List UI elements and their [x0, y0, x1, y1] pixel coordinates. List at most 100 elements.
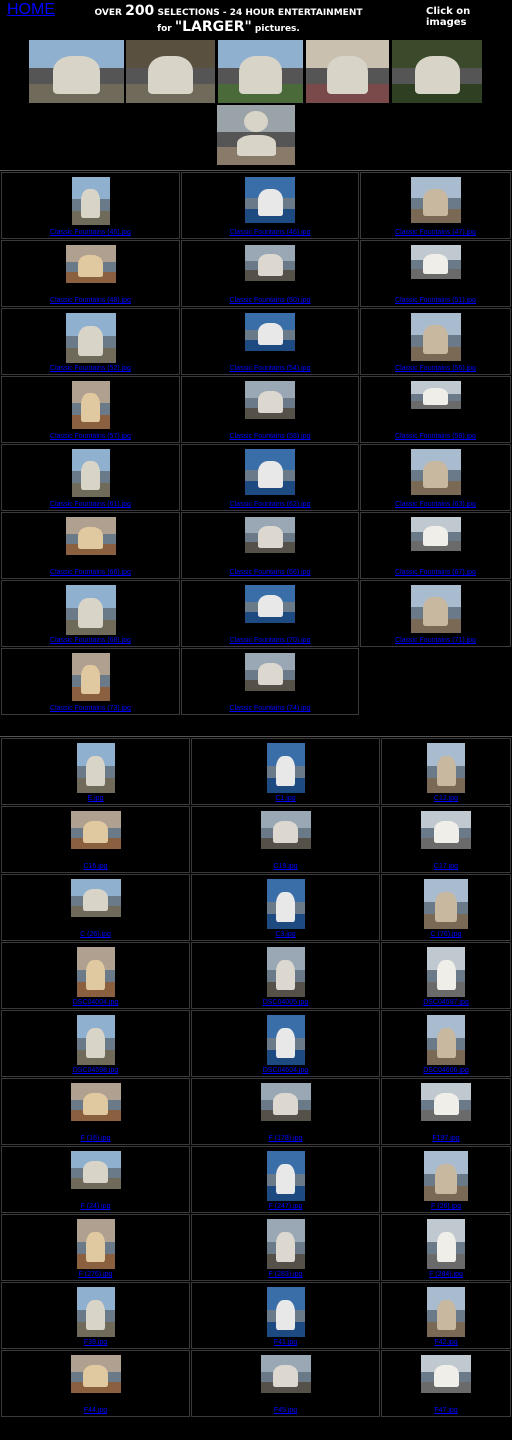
image-link[interactable]: F (24).jpg	[2, 1203, 189, 1210]
image-link[interactable]: E.jpg	[2, 795, 189, 802]
thumbnail-image[interactable]	[421, 1083, 471, 1121]
thumbnail-image[interactable]	[76, 947, 115, 997]
image-link[interactable]: F197.jpg	[382, 1135, 510, 1142]
image-link[interactable]: F42.jpg	[382, 1339, 510, 1346]
thumbnail-image[interactable]	[76, 1219, 115, 1269]
hero-image[interactable]	[306, 40, 389, 103]
image-link[interactable]: Classic Fountains (47).jpg	[361, 229, 510, 236]
image-link[interactable]: F44.jpg	[2, 1407, 189, 1414]
thumbnail-image[interactable]	[71, 449, 110, 497]
thumbnail-image[interactable]	[245, 449, 295, 495]
image-link[interactable]: Classic Fountains (62).jpg	[182, 501, 358, 508]
image-link[interactable]: F (276).jpg	[2, 1271, 189, 1278]
hero-image[interactable]	[217, 105, 295, 165]
image-link[interactable]: Classic Fountains (68).jpg	[2, 637, 179, 644]
thumbnail-image[interactable]	[71, 653, 110, 701]
thumbnail-image[interactable]	[76, 1287, 115, 1337]
thumbnail-image[interactable]	[410, 177, 461, 223]
thumbnail-image[interactable]	[427, 1219, 465, 1269]
thumbnail-image[interactable]	[71, 381, 110, 429]
image-link[interactable]: F47.jpg	[382, 1407, 510, 1414]
thumbnail-image[interactable]	[70, 1083, 121, 1121]
image-link[interactable]: Classic Fountains (66).jpg	[182, 569, 358, 576]
image-link[interactable]: Classic Fountains (51).jpg	[361, 297, 510, 304]
thumbnail-image[interactable]	[71, 177, 110, 225]
thumbnail-image[interactable]	[410, 381, 461, 409]
image-link[interactable]: Classic Fountains (66).jpg	[2, 569, 179, 576]
thumbnail-image[interactable]	[245, 653, 295, 691]
thumbnail-image[interactable]	[70, 1355, 121, 1393]
thumbnail-image[interactable]	[266, 743, 305, 793]
image-link[interactable]: Classic Fountains (61).jpg	[2, 501, 179, 508]
image-link[interactable]: DSC04597.jpg	[382, 999, 510, 1006]
thumbnail-image[interactable]	[70, 879, 121, 917]
thumbnail-image[interactable]	[421, 1355, 471, 1393]
image-link[interactable]: DSC04598.jpg	[2, 1067, 189, 1074]
image-link[interactable]: DSC04606.jpg	[382, 1067, 510, 1074]
image-link[interactable]: Classic Fountains (46).jpg	[182, 229, 358, 236]
image-link[interactable]: Classic Fountains (50).jpg	[182, 297, 358, 304]
image-link[interactable]: C1.jpg	[192, 795, 379, 802]
thumbnail-image[interactable]	[410, 313, 461, 361]
thumbnail-image[interactable]	[410, 585, 461, 633]
image-link[interactable]: DSC04005.jpg	[192, 999, 379, 1006]
thumbnail-image[interactable]	[266, 879, 305, 929]
image-link[interactable]: F (284).jpg	[382, 1271, 510, 1278]
image-link[interactable]: DSC04004.jpg	[2, 999, 189, 1006]
thumbnail-image[interactable]	[76, 743, 115, 793]
thumbnail-image[interactable]	[65, 313, 116, 363]
thumbnail-image[interactable]	[76, 1015, 115, 1065]
image-link[interactable]: DSC04604.jpg	[192, 1067, 379, 1074]
image-link[interactable]: Classic Fountains (48).jpg	[2, 297, 179, 304]
thumbnail-image[interactable]	[266, 1287, 305, 1337]
thumbnail-image[interactable]	[245, 245, 295, 281]
image-link[interactable]: Classic Fountains (67).jpg	[361, 569, 510, 576]
image-link[interactable]: C (26).jpg	[2, 931, 189, 938]
image-link[interactable]: C16.jpg	[2, 863, 189, 870]
thumbnail-image[interactable]	[427, 1287, 465, 1337]
image-link[interactable]: F (247).jpg	[192, 1203, 379, 1210]
thumbnail-image[interactable]	[410, 449, 461, 495]
image-link[interactable]: Classic Fountains (74).jpg	[182, 705, 358, 712]
thumbnail-image[interactable]	[260, 811, 311, 849]
thumbnail-image[interactable]	[260, 1355, 311, 1393]
thumbnail-image[interactable]	[427, 743, 465, 793]
thumbnail-image[interactable]	[65, 517, 116, 555]
image-link[interactable]: Classic Fountains (54).jpg	[182, 365, 358, 372]
thumbnail-image[interactable]	[427, 947, 465, 997]
thumbnail-image[interactable]	[421, 811, 471, 849]
image-link[interactable]: Classic Fountains (63).jpg	[361, 501, 510, 508]
image-link[interactable]: C3.jpg	[192, 931, 379, 938]
thumbnail-image[interactable]	[70, 811, 121, 849]
image-link[interactable]: F45.jpg	[192, 1407, 379, 1414]
image-link[interactable]: C12.jpg	[382, 795, 510, 802]
thumbnail-image[interactable]	[266, 1015, 305, 1065]
image-link[interactable]: F39.jpg	[2, 1339, 189, 1346]
image-link[interactable]: F (178).jpg	[192, 1135, 379, 1142]
image-link[interactable]: F (26).jpg	[382, 1203, 510, 1210]
hero-image[interactable]	[392, 40, 482, 103]
hero-image[interactable]	[126, 40, 215, 103]
thumbnail-image[interactable]	[260, 1083, 311, 1121]
thumbnail-image[interactable]	[427, 1015, 465, 1065]
thumbnail-image[interactable]	[245, 313, 295, 351]
image-link[interactable]: Classic Fountains (59).jpg	[361, 433, 510, 440]
thumbnail-image[interactable]	[266, 1219, 305, 1269]
thumbnail-image[interactable]	[410, 517, 461, 551]
image-link[interactable]: Classic Fountains (56).jpg	[361, 365, 510, 372]
image-link[interactable]: Classic Fountains (45).jpg	[2, 229, 179, 236]
image-link[interactable]: C17.jpg	[382, 863, 510, 870]
home-link[interactable]: HOME	[7, 1, 55, 19]
thumbnail-image[interactable]	[245, 381, 295, 419]
thumbnail-image[interactable]	[266, 1151, 305, 1201]
hero-image[interactable]	[218, 40, 303, 103]
thumbnail-image[interactable]	[424, 1151, 468, 1201]
hero-image[interactable]	[29, 40, 124, 103]
image-link[interactable]: Classic Fountains (52).jpg	[2, 365, 179, 372]
thumbnail-image[interactable]	[245, 177, 295, 223]
image-link[interactable]: F (283).jpg	[192, 1271, 379, 1278]
thumbnail-image[interactable]	[65, 245, 116, 283]
image-link[interactable]: Classic Fountains (70).jpg	[182, 637, 358, 644]
thumbnail-image[interactable]	[245, 517, 295, 553]
thumbnail-image[interactable]	[266, 947, 305, 997]
